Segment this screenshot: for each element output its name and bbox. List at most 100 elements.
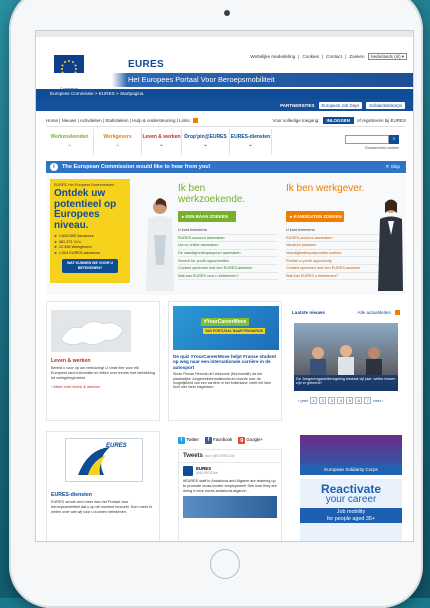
nav-droppin[interactable]: Drop'pin@EURES ⌄: [182, 129, 230, 155]
jobseeker-link[interactable]: Search for youth opportunities: [178, 257, 278, 265]
pager-page[interactable]: 7: [364, 397, 372, 404]
find-candidates-button[interactable]: ▸ KANDIDATEN ZOEKEN: [286, 211, 344, 222]
solidarity-label: European Solidarity Corps: [300, 465, 402, 475]
top-links: Wettelijke mededeling | Cookies | Contact |…: [250, 53, 407, 60]
employer-links-heading: U kunt eveneens:: [286, 227, 386, 235]
living-working-text: Bereid u voor op uw verhuizing! U vindt …: [51, 366, 155, 380]
login-prompt: Voor volledige toegang:: [272, 118, 320, 123]
living-working-card[interactable]: Leven & werken Bereid u voor op uw verhu…: [46, 301, 160, 421]
reactivate-sub: your career: [325, 494, 377, 505]
europe-map-image: [51, 310, 131, 352]
stats-list: 1.626.555 Vacatures 481.371 Cv's 12.496 …: [54, 234, 126, 255]
story-title[interactable]: De quiz #YourCareerMove helpt Franse stu…: [173, 354, 279, 370]
find-job-button[interactable]: ▸ EEN BAAN ZOEKEN: [178, 211, 236, 222]
reactivate-banner[interactable]: Reactivate your career Job mobility for …: [300, 479, 402, 541]
jobseeker-link[interactable]: Contact opnemen met een EURES-adviseur: [178, 265, 278, 273]
chevron-down-icon: ⌄: [203, 142, 208, 148]
login-button[interactable]: INLOGGEN: [322, 117, 354, 124]
search-input[interactable]: [345, 135, 389, 144]
jobseeker-link[interactable]: De vaardighedenpaspoort aanmaken: [178, 250, 278, 258]
jobseeker-title: Ik ben werkzoekende.: [178, 183, 246, 205]
employer-link[interactable]: Publish a youth opportunity: [286, 257, 386, 265]
pager-prev[interactable]: ‹ prev: [298, 398, 308, 403]
employer-link[interactable]: Contact opnemen met een EURES-adviseur: [286, 265, 386, 273]
pager-page[interactable]: 2: [319, 397, 327, 404]
jobseeker-link[interactable]: Wat kan EURES voor u betekenen?: [178, 273, 278, 281]
employer-photo: [378, 199, 403, 291]
twitter-link[interactable]: t Twitter: [178, 436, 199, 444]
language-select[interactable]: Nederlands (nl) ▾: [367, 53, 407, 60]
employer-link[interactable]: Vacature plaatsen: [286, 242, 386, 250]
jobseeker-links-heading: U kunt eveneens:: [178, 227, 278, 235]
tweet-image[interactable]: [183, 496, 277, 519]
news-caption[interactable]: De Jongerengarantieregeling bestaat vijf…: [294, 375, 398, 391]
pager-page[interactable]: 5: [346, 397, 354, 404]
nav-jobseekers[interactable]: Werkzoekenden ⌄: [46, 129, 94, 155]
reactivate-line2: for people aged 35+: [326, 515, 376, 522]
story-badge-sub: VAN PORTUGAL NAAR FRANKRIJK: [203, 328, 266, 334]
advanced-search-link[interactable]: Geavanceerd zoeken: [365, 146, 399, 150]
banner-text: The European Commission would like to he…: [62, 164, 211, 170]
partner-sites-bar: PARTNERSITES European Job Days Solidarit…: [36, 99, 413, 111]
living-working-link[interactable]: › Meer over leven & werken: [51, 384, 155, 389]
partner-label: PARTNERSITES: [280, 102, 315, 108]
legal-link[interactable]: Wettelijke mededeling: [250, 54, 295, 59]
pager-page[interactable]: 6: [355, 397, 363, 404]
pager-next[interactable]: next ›: [373, 398, 383, 403]
tweet-handle[interactable]: @EURESJob: [196, 471, 218, 475]
tab-latest-news[interactable]: Laatste nieuws: [292, 310, 325, 315]
job-days-button[interactable]: European Job Days: [318, 101, 363, 109]
pager-page[interactable]: 3: [328, 397, 336, 404]
content-row-2: Leven & werken Bereid u voor op uw verhu…: [46, 301, 406, 425]
employer-links: U kunt eveneens: EURES-account aanmaken …: [286, 227, 386, 281]
jobseeker-link[interactable]: Uw cv online aanmaken: [178, 242, 278, 250]
nav-living-working[interactable]: Leven & werken ⌄: [142, 129, 182, 155]
search-icon[interactable]: ⌕: [389, 135, 399, 144]
pager-page[interactable]: 4: [337, 397, 345, 404]
utility-links[interactable]: Home | Nieuws | Activiteiten | Statistie…: [46, 118, 190, 123]
rss-icon[interactable]: [192, 118, 198, 123]
tweets-by[interactable]: door @EURESJob: [205, 454, 235, 458]
login-area: Voor volledige toegang: INLOGGEN of regi…: [272, 117, 406, 124]
what-can-we-do-button[interactable]: WAT KUNNEN WE VOOR U BETEKENEN?: [62, 258, 118, 273]
stats-kicker: EURES: Het Europees Banennetwerk: [54, 183, 115, 187]
facebook-link[interactable]: f Facebook: [204, 436, 232, 444]
tweets-widget[interactable]: Tweets door @EURESJob EURES @EURESJob #E…: [178, 449, 282, 541]
employer-link[interactable]: Wat kan EURES u betekenen?: [286, 273, 386, 281]
feedback-banner[interactable]: i The European Commission would like to …: [46, 161, 406, 173]
hero-section: EURES: Het Europees Banennetwerk Ontdek …: [46, 175, 406, 295]
solidarity-corps-banner[interactable]: European Solidarity Corps: [300, 435, 402, 475]
google-plus-icon: g: [238, 436, 246, 444]
living-working-title: Leven & werken: [51, 358, 91, 364]
google-link[interactable]: g Google+: [238, 436, 263, 444]
eures-services-title: EURES-diensten: [51, 492, 92, 498]
solidarity-button[interactable]: Solidariteitskorps: [366, 101, 405, 109]
rss-icon[interactable]: [395, 309, 400, 315]
cookies-link[interactable]: Cookies: [302, 54, 319, 59]
employer-link[interactable]: EURES-account aanmaken: [286, 235, 386, 243]
reactivate-tagline: Job mobility for people aged 35+: [300, 508, 402, 523]
tweet-text: #EURES staff in Andalucía and Algarve ar…: [183, 479, 277, 493]
home-button[interactable]: [210, 549, 240, 579]
news-tabs: Laatste nieuws Alle actualiteiten: [292, 307, 400, 317]
register-link[interactable]: of registreren bij EURES: [357, 118, 406, 123]
contact-link[interactable]: Contact: [326, 54, 342, 59]
skip-button[interactable]: ✕ Skip: [385, 165, 400, 170]
nav-employers[interactable]: Werkgevers ⌄: [94, 129, 142, 155]
search-box: ⌕: [345, 135, 399, 144]
jobseeker-photo: [146, 198, 174, 291]
utility-bar: Home | Nieuws | Activiteiten | Statistie…: [46, 115, 406, 127]
eures-avatar: [183, 466, 193, 476]
jobseeker-link[interactable]: EURES-account aanmaken: [178, 235, 278, 243]
eures-services-card[interactable]: EURES EURES-diensten EURES omvat veel me…: [46, 431, 160, 541]
stats-box: EURES: Het Europees Banennetwerk Ontdek …: [50, 179, 130, 283]
all-news-link[interactable]: Alle actualiteiten: [358, 310, 391, 315]
nav-eures-services[interactable]: EURES-diensten ⌄: [230, 129, 272, 155]
story-card[interactable]: #YourCareerMove VAN PORTUGAL NAAR FRANKR…: [168, 301, 282, 421]
pager-page[interactable]: 1: [310, 397, 318, 404]
breadcrumb[interactable]: Europese Commissie > EURES > Startpagina: [36, 89, 413, 99]
employer-link[interactable]: Vaardighedenpaspoorten zoeken: [286, 250, 386, 258]
jobseeker-links: U kunt eveneens: EURES-account aanmaken …: [178, 227, 278, 281]
search-link[interactable]: Zoeken: [349, 54, 364, 59]
eures-services-text: EURES omvat veel meer dan het Portaal vo…: [51, 500, 153, 514]
